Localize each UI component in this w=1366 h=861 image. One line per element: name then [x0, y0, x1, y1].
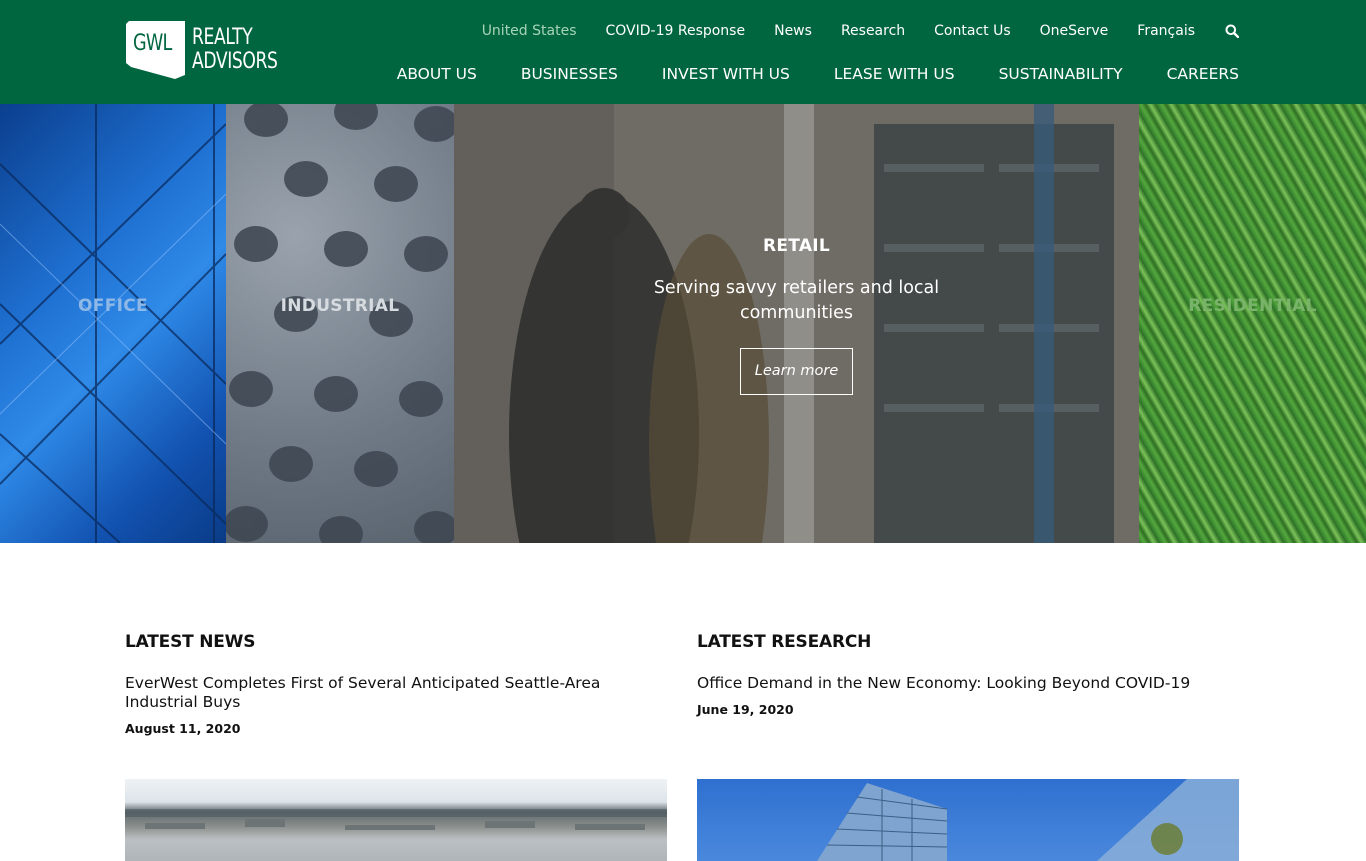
hero-panel-residential[interactable]: RESIDENTIAL: [1139, 104, 1366, 543]
learn-more-button[interactable]: Learn more: [740, 348, 853, 395]
util-link-oneserve[interactable]: OneServe: [1040, 23, 1109, 39]
hero-carousel: OFFICE INDUSTRIAL RETAIL Serving savvy r…: [0, 104, 1366, 543]
util-link-region[interactable]: United States: [482, 23, 577, 39]
logo-line-1: REALTY: [192, 25, 253, 50]
nav-sustainability[interactable]: SUSTAINABILITY: [999, 65, 1123, 83]
nav-lease-with-us[interactable]: LEASE WITH US: [834, 65, 955, 83]
logo-wordmark: REALTY ADVISORS: [192, 26, 278, 74]
hero-panel-industrial[interactable]: INDUSTRIAL: [226, 104, 454, 543]
news-article-date: August 11, 2020: [125, 721, 241, 736]
research-article-image[interactable]: [697, 779, 1239, 861]
hero-panel-label: OFFICE: [78, 296, 148, 316]
research-image-building: [817, 779, 1239, 861]
news-image-landscape: [125, 809, 667, 861]
hero-active-title: RETAIL: [762, 236, 831, 256]
research-article-link[interactable]: Office Demand in the New Economy: Lookin…: [697, 674, 1239, 693]
retail-caption: RETAIL Serving savvy retailers and local…: [454, 236, 1139, 395]
search-icon[interactable]: [1225, 24, 1240, 39]
util-link-contact[interactable]: Contact Us: [934, 23, 1010, 39]
util-link-francais[interactable]: Français: [1137, 23, 1195, 39]
news-article-image[interactable]: [125, 779, 667, 861]
latest-news-heading: LATEST NEWS: [125, 632, 256, 652]
hero-panel-office[interactable]: OFFICE: [0, 104, 226, 543]
logo-badge: GWL: [125, 19, 187, 79]
logo-line-2: ADVISORS: [192, 49, 278, 74]
nav-about-us[interactable]: ABOUT US: [397, 65, 477, 83]
nav-invest-with-us[interactable]: INVEST WITH US: [662, 65, 790, 83]
hero-panel-label: INDUSTRIAL: [280, 296, 400, 316]
logo-badge-text: GWL: [133, 31, 172, 56]
util-link-news[interactable]: News: [774, 23, 812, 39]
latest-news-section: LATEST NEWS EverWest Completes First of …: [125, 632, 667, 736]
util-link-research[interactable]: Research: [841, 23, 905, 39]
nav-careers[interactable]: CAREERS: [1167, 65, 1239, 83]
hero-active-subtitle: Serving savvy retailers and local commun…: [653, 278, 940, 323]
research-article-date: June 19, 2020: [697, 702, 794, 717]
latest-research-heading: LATEST RESEARCH: [697, 632, 872, 652]
news-article-link[interactable]: EverWest Completes First of Several Anti…: [125, 674, 667, 712]
hero-panel-retail[interactable]: RETAIL Serving savvy retailers and local…: [454, 104, 1139, 543]
site-logo[interactable]: GWL REALTY ADVISORS: [125, 19, 285, 81]
industrial-studs-pattern: [226, 104, 454, 543]
hero-panel-label: RESIDENTIAL: [1188, 296, 1317, 316]
site-header: GWL REALTY ADVISORS United States COVID-…: [0, 0, 1366, 104]
main-nav: ABOUT US BUSINESSES INVEST WITH US LEASE…: [397, 63, 1239, 85]
utility-nav: United States COVID-19 Response News Res…: [482, 21, 1240, 41]
latest-research-section: LATEST RESEARCH Office Demand in the New…: [697, 632, 1239, 717]
office-glass-pattern: [0, 104, 226, 543]
nav-businesses[interactable]: BUSINESSES: [521, 65, 618, 83]
util-link-covid[interactable]: COVID-19 Response: [606, 23, 746, 39]
